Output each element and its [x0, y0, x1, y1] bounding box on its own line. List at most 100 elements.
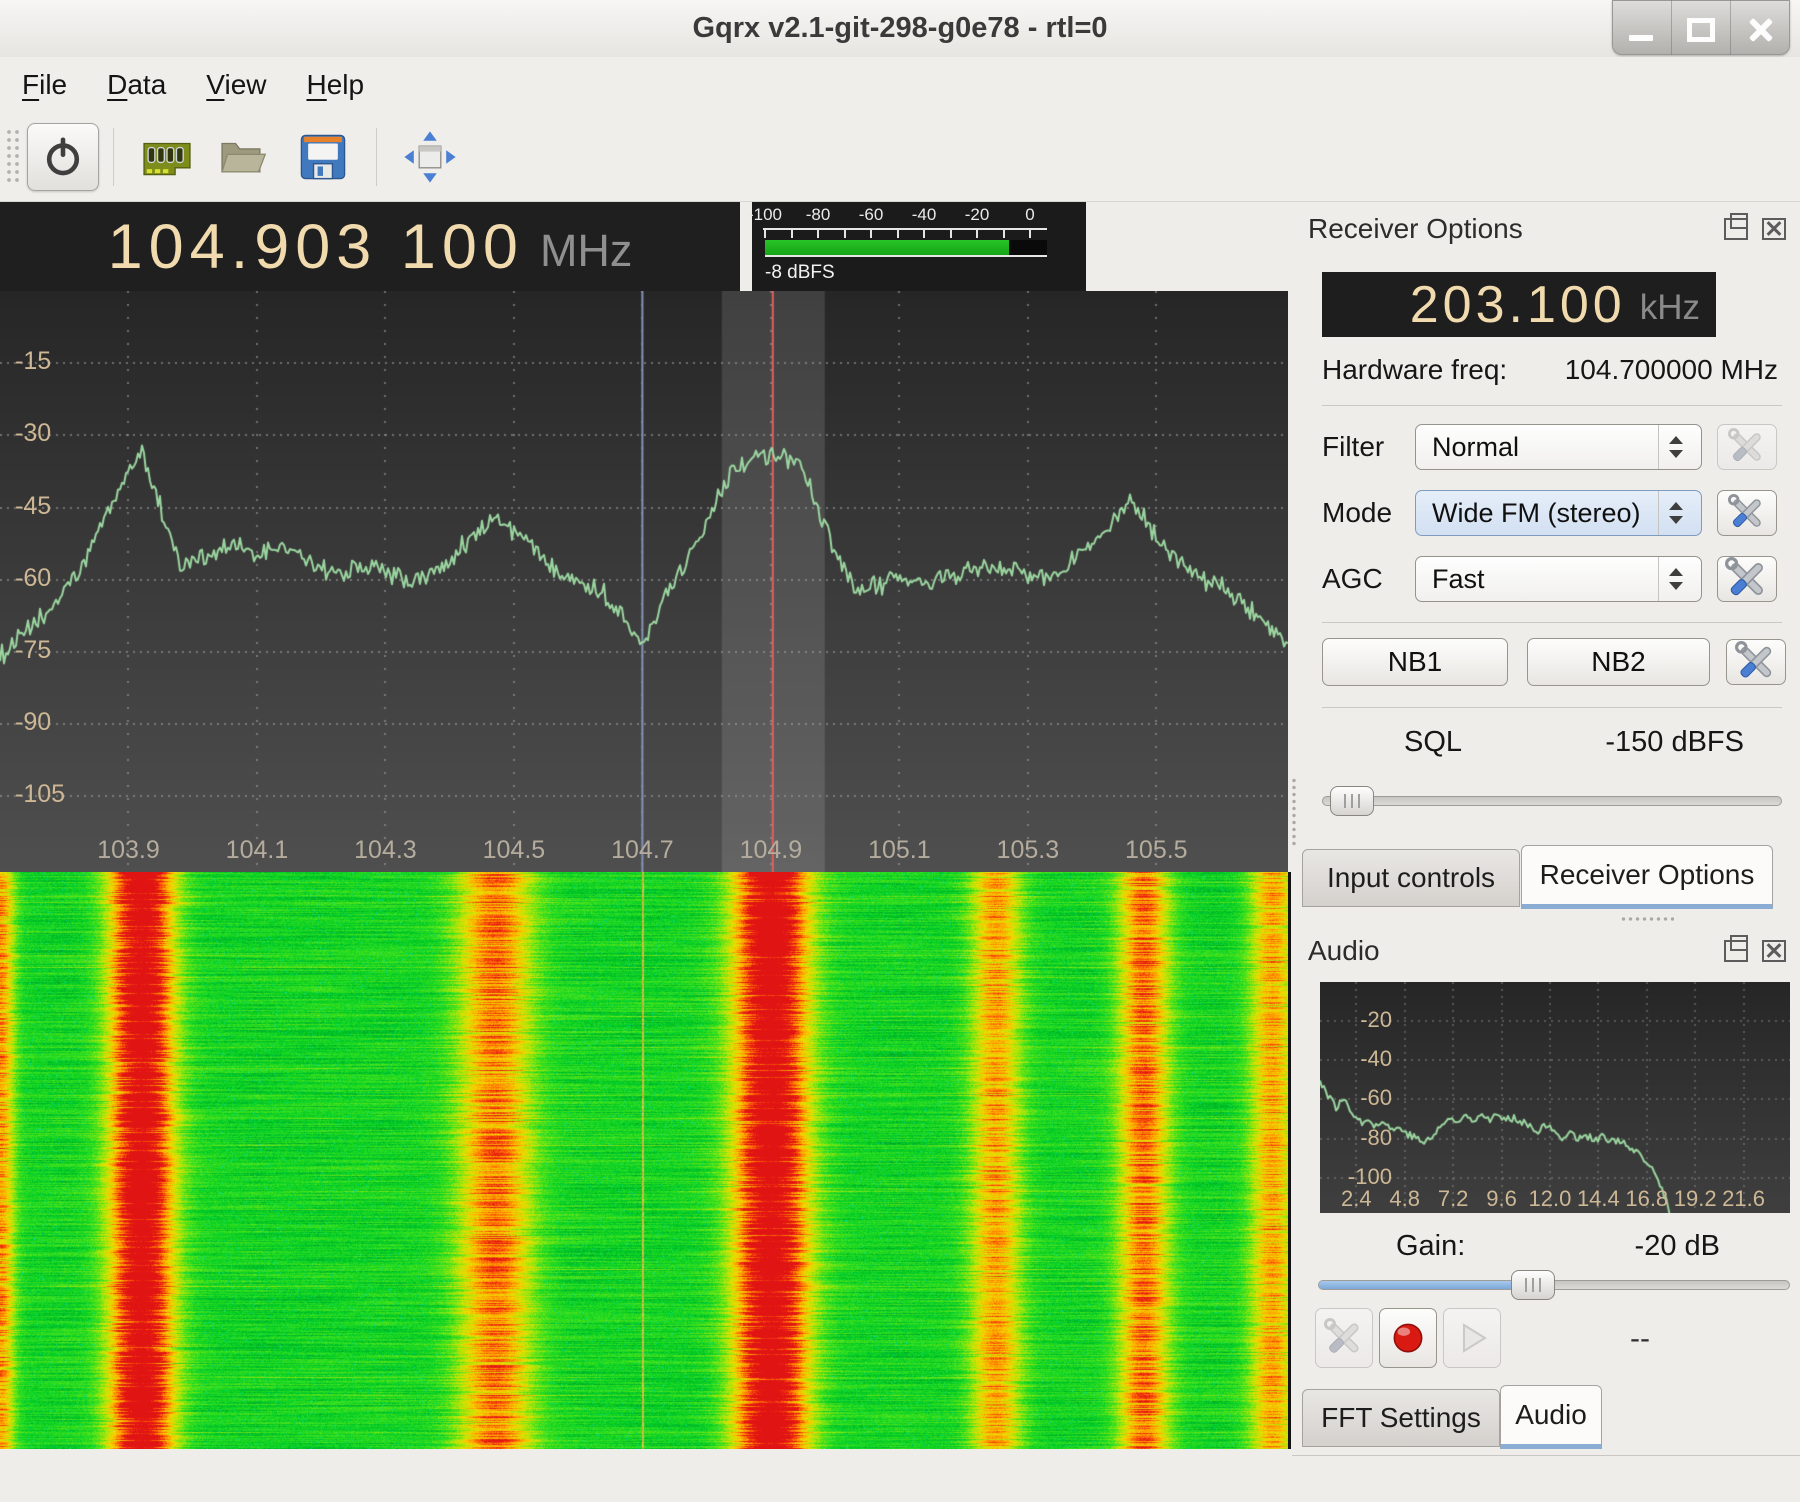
toolbar-separator [376, 128, 377, 186]
agc-select[interactable]: Fast [1415, 556, 1702, 602]
float-panel-icon[interactable] [1724, 218, 1748, 240]
squelch-value: -150 dBFS [1605, 726, 1744, 759]
toolbar-drag-handle[interactable] [5, 128, 23, 186]
separator [1322, 622, 1782, 623]
audio-fft-y-tick-label: -40 [1320, 1046, 1392, 1072]
spectrum-y-tick-label: -75 [15, 636, 51, 665]
filter-label: Filter [1322, 431, 1384, 463]
audio-fft-plot: -20-40-60-80-1002.44.87.29.612.014.416.8… [1320, 982, 1790, 1213]
separator [1322, 405, 1782, 406]
waterfall-canvas[interactable] [0, 872, 1288, 1449]
frequency-display[interactable]: 104.903 100 MHz [0, 202, 740, 291]
save-file-icon[interactable] [296, 130, 350, 184]
spectrum-x-tick-label: 104.3 [354, 836, 417, 865]
audio-fft-x-tick-label: 2.4 [1341, 1186, 1372, 1212]
window-title: Gqrx v2.1-git-298-g0e78 - rtl=0 [0, 0, 1800, 57]
splitter-handle[interactable] [1290, 777, 1298, 847]
meter-tick [844, 230, 846, 238]
play-button [1443, 1308, 1501, 1368]
audio-fft-y-tick-label: -20 [1320, 1007, 1392, 1033]
menu-file[interactable]: File [22, 69, 67, 101]
maximize-button[interactable] [1672, 0, 1732, 55]
squelch-label: SQL [1404, 726, 1462, 759]
close-button[interactable] [1731, 0, 1790, 55]
agc-options-button[interactable] [1717, 556, 1777, 602]
minimize-button[interactable] [1612, 0, 1672, 55]
spectrum-plot[interactable]: -15-30-45-60-75-90-105103.9104.1104.3104… [0, 291, 1288, 872]
nb2-button[interactable]: NB2 [1527, 638, 1710, 686]
spinner-icon[interactable] [1658, 425, 1693, 469]
filter-select[interactable]: Normal [1415, 424, 1702, 470]
filter-width-display[interactable]: 203.100 kHz [1322, 272, 1716, 337]
tab-input-controls[interactable]: Input controls [1302, 849, 1520, 907]
spectrum-x-tick-label: 104.7 [611, 836, 674, 865]
spectrum-x-tick-label: 103.9 [97, 836, 160, 865]
tools-icon [1728, 494, 1766, 532]
tools-icon [1725, 557, 1769, 601]
record-button[interactable] [1379, 1308, 1437, 1368]
meter-bar [765, 240, 1009, 255]
tools-icon [1728, 428, 1766, 466]
filter-width-value[interactable]: 203.100 [1410, 275, 1626, 335]
float-panel-icon[interactable] [1724, 940, 1748, 962]
start-dsp-button[interactable] [27, 123, 99, 191]
close-panel-icon[interactable] [1762, 218, 1786, 240]
spectrum-x-tick-label: 104.9 [740, 836, 803, 865]
menubar: File Data View Help [0, 57, 1800, 112]
tools-icon [1735, 641, 1777, 683]
waterfall-plot[interactable] [0, 872, 1291, 1449]
nb-options-button[interactable] [1726, 639, 1786, 685]
fullscreen-icon[interactable] [403, 130, 457, 184]
meter-tick [897, 230, 899, 238]
meter-tick [791, 230, 793, 238]
squelch-slider[interactable] [1322, 796, 1782, 806]
filter-row: Filter Normal [1292, 424, 1800, 470]
gain-slider-handle[interactable] [1511, 1270, 1555, 1300]
close-panel-icon[interactable] [1762, 940, 1786, 962]
mode-row: Mode Wide FM (stereo) [1292, 490, 1800, 536]
dsp-options-icon[interactable] [140, 130, 194, 184]
menu-data[interactable]: Data [107, 69, 166, 101]
window-controls [1612, 0, 1790, 55]
frequency-value[interactable]: 104.903 100 [108, 211, 524, 283]
audio-fft-y-tick-label: -80 [1320, 1125, 1392, 1151]
separator [1322, 707, 1782, 708]
meter-tick-label: 0 [1025, 205, 1034, 225]
spectrum-y-tick-label: -45 [15, 492, 51, 521]
nb1-button[interactable]: NB1 [1322, 638, 1508, 686]
tab-audio[interactable]: Audio [1500, 1385, 1602, 1449]
spinner-icon[interactable] [1658, 557, 1693, 601]
hardware-freq-label: Hardware freq: [1322, 354, 1507, 386]
squelch-slider-handle[interactable] [1330, 786, 1374, 816]
mode-options-button[interactable] [1717, 490, 1777, 536]
spectrum-y-tick-label: -90 [15, 708, 51, 737]
open-file-icon[interactable] [218, 130, 272, 184]
tab-receiver-options[interactable]: Receiver Options [1521, 845, 1773, 909]
audio-fft-x-tick-label: 12.0 [1529, 1186, 1572, 1212]
spectrum-y-tick-label: -30 [15, 419, 51, 448]
meter-tick [923, 230, 925, 238]
gain-slider-fill [1319, 1281, 1531, 1289]
menu-help[interactable]: Help [306, 69, 364, 101]
minimize-icon [1629, 35, 1653, 41]
audio-panel-controls [1724, 940, 1786, 962]
meter-tick [764, 230, 766, 238]
close-icon [1748, 17, 1774, 43]
spectrum-x-tick-label: 105.3 [997, 836, 1060, 865]
signal-meter-scale: -8 dBFS -100-80-60-40-200 [765, 202, 1030, 291]
audio-panel-title: Audio [1308, 935, 1380, 967]
gain-label: Gain: [1396, 1230, 1465, 1263]
spinner-icon[interactable] [1658, 491, 1693, 535]
meter-tick [817, 230, 819, 238]
mode-select[interactable]: Wide FM (stereo) [1415, 490, 1702, 536]
signal-meter: -8 dBFS -100-80-60-40-200 [752, 202, 1086, 291]
spectrum-canvas[interactable] [0, 291, 1288, 872]
tab-fft-settings[interactable]: FFT Settings [1302, 1389, 1500, 1447]
meter-tick [976, 230, 978, 238]
audio-fft-x-tick-label: 19.2 [1674, 1186, 1717, 1212]
menu-view[interactable]: View [206, 69, 266, 101]
tab-drag-handle[interactable] [1620, 916, 1674, 922]
mode-label: Mode [1322, 497, 1392, 529]
audio-fft-x-tick-label: 16.8 [1625, 1186, 1668, 1212]
filter-options-button [1717, 424, 1777, 470]
